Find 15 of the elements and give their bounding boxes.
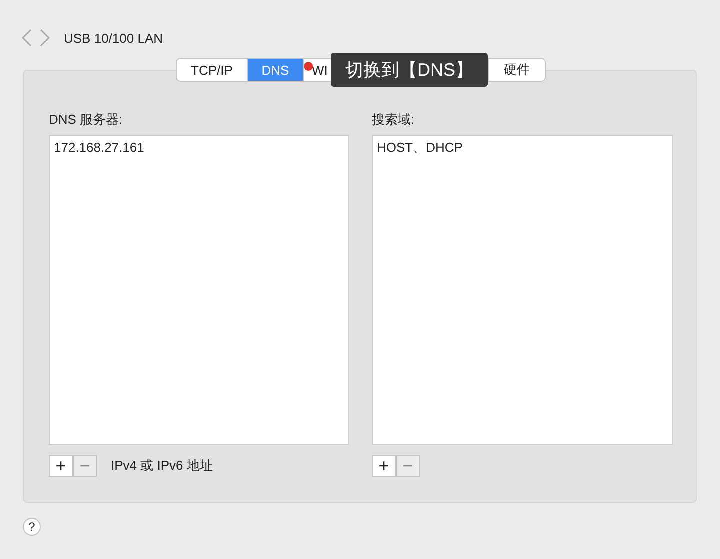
help-button[interactable]: ?: [23, 518, 41, 536]
list-item[interactable]: 172.168.27.161: [54, 139, 344, 157]
list-item[interactable]: HOST、DHCP: [377, 139, 668, 157]
tooltip: 切换到【DNS】: [331, 53, 488, 87]
add-button[interactable]: +: [372, 455, 396, 477]
list-label: 搜索域:: [372, 111, 416, 129]
window-title: USB 10/100 LAN: [64, 30, 164, 46]
add-button[interactable]: +: [49, 455, 73, 477]
list-box[interactable]: 172.168.27.161: [49, 135, 349, 445]
tab[interactable]: 硬件: [488, 59, 545, 81]
forward-icon[interactable]: [40, 29, 50, 47]
list-box[interactable]: HOST、DHCP: [372, 135, 673, 445]
hint-text: IPv4 或 IPv6 地址: [111, 457, 213, 475]
back-icon[interactable]: [22, 29, 32, 47]
list-label: DNS 服务器:: [49, 111, 124, 129]
